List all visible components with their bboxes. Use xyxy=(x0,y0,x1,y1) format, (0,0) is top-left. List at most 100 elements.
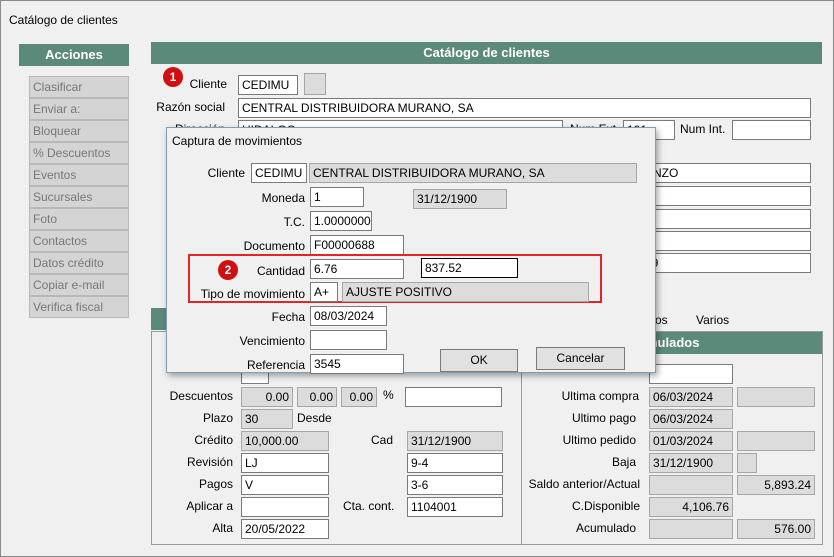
acumulado-field[interactable]: 576.00 xyxy=(737,519,815,539)
tab-varios[interactable]: Varios xyxy=(696,313,729,327)
cliente-label: Cliente xyxy=(189,77,227,91)
ultimo-pedido-extra[interactable] xyxy=(737,431,815,451)
fecha-field[interactable]: 08/03/2024 xyxy=(310,306,387,326)
descuento-2-field[interactable]: 0.00 xyxy=(297,387,337,407)
referencia-label: Referencia xyxy=(246,358,305,372)
ultima-compra-label: Ultima compra xyxy=(561,389,639,403)
right-field-3[interactable] xyxy=(641,209,811,229)
saldo-actual-field[interactable]: 5,893.24 xyxy=(737,475,815,495)
dialog-cliente-label: Cliente xyxy=(207,166,245,180)
catalog-header: Catálogo de clientes xyxy=(151,42,822,64)
tipo-code-field[interactable]: A+ xyxy=(310,282,338,302)
percent-label: % xyxy=(383,388,394,402)
ok-button[interactable]: OK xyxy=(440,349,518,372)
dialog-cliente-field[interactable]: CEDIMU xyxy=(251,163,307,183)
revision-right-field[interactable]: 9-4 xyxy=(407,453,503,473)
cantidad-label: Cantidad xyxy=(256,264,305,278)
credito-field[interactable]: 10,000.00 xyxy=(241,431,329,451)
num-int-field[interactable] xyxy=(732,120,811,140)
moneda-label: Moneda xyxy=(261,191,305,205)
captura-movimientos-dialog: Captura de movimientos Cliente CEDIMU CE… xyxy=(166,127,656,374)
ultimo-pedido-field[interactable]: 01/03/2024 xyxy=(649,431,733,451)
desde-label: Desde xyxy=(297,411,332,425)
aplicar-field[interactable] xyxy=(241,497,329,517)
alta-field[interactable]: 20/05/2022 xyxy=(241,519,329,539)
pagos-right-field[interactable]: 3-6 xyxy=(407,475,503,495)
documento-label: Documento xyxy=(243,239,305,253)
vencimiento-label: Vencimiento xyxy=(239,334,305,348)
descuento-3-field[interactable]: 0.00 xyxy=(341,387,377,407)
sidebar-item-copiar-email[interactable]: Copiar e-mail xyxy=(29,274,129,296)
baja-extra[interactable] xyxy=(737,453,757,473)
sidebar-header: Acciones xyxy=(19,44,129,66)
sidebar-item-verifica-fiscal[interactable]: Verifica fiscal xyxy=(29,296,129,318)
vencimiento-field[interactable] xyxy=(310,330,387,350)
credito-label: Crédito xyxy=(194,433,233,447)
cta-cont-label: Cta. cont. xyxy=(343,499,395,513)
right-field-4[interactable] xyxy=(641,231,811,251)
tc-field[interactable]: 1.00000000 xyxy=(310,211,372,231)
referencia-field[interactable]: 3545 xyxy=(310,354,404,374)
baja-label: Baja xyxy=(611,455,636,469)
tipo-desc-field: AJUSTE POSITIVO xyxy=(342,282,589,302)
sidebar-item-clasificar[interactable]: Clasificar xyxy=(29,76,129,98)
cantidad-total-field[interactable]: 837.52 xyxy=(421,258,518,278)
moneda-field[interactable]: 1 xyxy=(310,187,364,207)
razon-social-field[interactable]: CENTRAL DISTRIBUIDORA MURANO, SA xyxy=(238,98,811,118)
ultimo-pedido-label: Ultimo pedido xyxy=(562,433,636,447)
moneda-date-field: 31/12/1900 xyxy=(413,189,507,209)
cancelar-button[interactable]: Cancelar xyxy=(536,347,625,370)
sidebar-item-sucursales[interactable]: Sucursales xyxy=(29,186,129,208)
fecha-label: Fecha xyxy=(271,310,305,324)
cta-cont-field[interactable]: 1104001 xyxy=(407,497,503,517)
right-field-5[interactable]: 59 xyxy=(641,253,811,273)
cad-label: Cad xyxy=(371,433,394,447)
tc-label: T.C. xyxy=(283,215,305,229)
cantidad-field[interactable]: 6.76 xyxy=(310,259,404,279)
sidebar-item-foto[interactable]: Foto xyxy=(29,208,129,230)
descuentos-label: Descuentos xyxy=(169,389,233,403)
descuentos-extra-field[interactable] xyxy=(405,387,502,407)
acumulado-label: Acumulado xyxy=(575,521,636,535)
colonia-field[interactable]: ENZO xyxy=(641,163,811,183)
sidebar-item-contactos[interactable]: Contactos xyxy=(29,230,129,252)
documento-field[interactable]: F00000688 xyxy=(310,235,404,255)
window-title: Catálogo de clientes xyxy=(9,13,118,27)
alta-label: Alta xyxy=(212,521,233,535)
revision-field[interactable]: LJ xyxy=(241,453,329,473)
acumulado-left-field[interactable] xyxy=(649,519,733,539)
plazo-field[interactable]: 30 xyxy=(241,409,293,429)
ultima-compra-extra[interactable] xyxy=(737,387,815,407)
cliente-lookup-box[interactable] xyxy=(304,73,326,95)
saldo-label: Saldo anterior/Actual xyxy=(528,477,640,491)
razon-social-label: Razón social xyxy=(156,100,225,114)
tipo-movimiento-label: Tipo de movimiento xyxy=(200,287,305,301)
dialog-cliente-name: CENTRAL DISTRIBUIDORA MURANO, SA xyxy=(309,163,637,183)
sidebar-item-eventos[interactable]: Eventos xyxy=(29,164,129,186)
descuento-1-field[interactable]: 0.00 xyxy=(241,387,293,407)
revision-label: Revisión xyxy=(186,455,233,469)
ultimo-pago-field[interactable]: 06/03/2024 xyxy=(649,409,733,429)
sidebar-item-datos-credito[interactable]: Datos crédito xyxy=(29,252,129,274)
num-int-label: Num Int. xyxy=(680,122,726,136)
ultimo-pago-label: Ultimo pago xyxy=(571,411,636,425)
c-disponible-label: C.Disponible xyxy=(571,499,640,513)
aplicar-label: Aplicar a xyxy=(186,499,233,513)
dialog-title: Captura de movimientos xyxy=(172,134,303,148)
pagos-field[interactable]: V xyxy=(241,475,329,495)
ultima-compra-field[interactable]: 06/03/2024 xyxy=(649,387,733,407)
sidebar-item-bloquear[interactable]: Bloquear xyxy=(29,120,129,142)
sidebar-item-descuentos[interactable]: % Descuentos xyxy=(29,142,129,164)
acum-top-field[interactable] xyxy=(649,364,733,384)
baja-field[interactable]: 31/12/1900 xyxy=(649,453,733,473)
plazo-label: Plazo xyxy=(202,411,233,425)
sidebar-item-enviar[interactable]: Enviar a: xyxy=(29,98,129,120)
cad-field[interactable]: 31/12/1900 xyxy=(407,431,503,451)
cliente-field[interactable]: CEDIMU xyxy=(238,75,298,95)
tab-fragment[interactable]: os xyxy=(655,313,668,327)
c-disponible-field[interactable]: 4,106.76 xyxy=(649,497,733,517)
step-badge-1: 1 xyxy=(163,67,183,87)
main-window: Catálogo de clientes Acciones Clasificar… xyxy=(0,0,834,557)
saldo-anterior-field[interactable] xyxy=(649,475,733,495)
right-field-2[interactable]: 1 xyxy=(641,186,811,206)
